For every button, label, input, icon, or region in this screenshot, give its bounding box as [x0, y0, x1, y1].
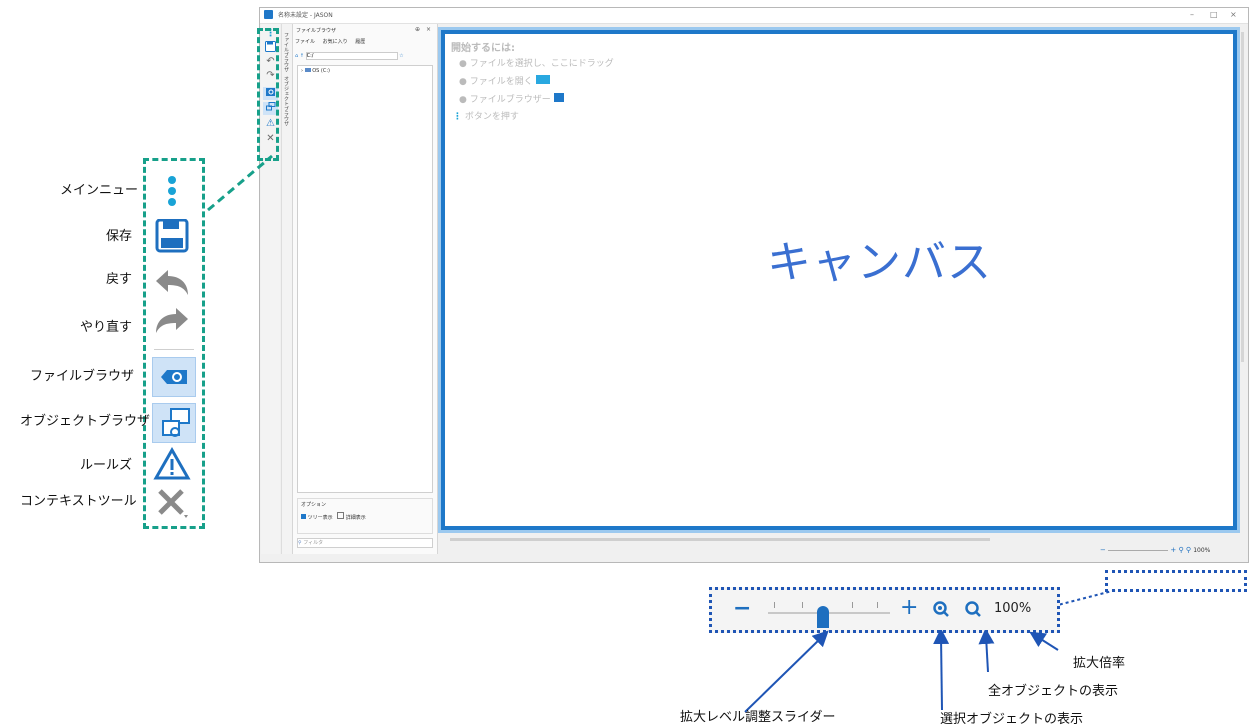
label-zoom-slider: 拡大レベル調整スライダー [680, 710, 836, 725]
undo-icon [156, 270, 188, 295]
canvas-label: キャンバス [767, 237, 992, 288]
context-tools-icon [158, 489, 188, 518]
filter-placeholder: フィルタ [303, 540, 324, 546]
tab-favorites[interactable]: お気に入り [323, 39, 348, 45]
chevron-right-icon: › [301, 68, 303, 74]
minimize-button[interactable]: – [1190, 10, 1194, 19]
zoom-level-small: 100% [1193, 547, 1211, 554]
maximize-button[interactable]: □ [1210, 10, 1218, 19]
label-rules: ルールズ [79, 458, 132, 473]
label-file-browser: ファイルブラウザ [30, 369, 135, 384]
file-tree: › OS (C:) [297, 65, 433, 493]
title-bar: 名称未設定 - JASON – □ × [260, 8, 1248, 24]
slider-tick [774, 602, 775, 608]
detail-view-checkbox[interactable] [337, 512, 345, 519]
zoom-selected-small-icon[interactable]: ⚲ [1178, 546, 1183, 554]
options-label: オプション [301, 502, 327, 508]
zoom-slider-small[interactable] [1108, 549, 1169, 551]
tree-view-checkbox[interactable] [301, 514, 306, 519]
label-save: 保存 [105, 229, 132, 244]
hint-button: ⋮ ボタンを押す [453, 112, 519, 122]
slider-tick [802, 602, 803, 608]
panel-close-icon[interactable]: × [426, 26, 431, 33]
canvas[interactable]: 開始するには: ● ファイルを選択し、ここにドラッグ ● ファイルを開く ● フ… [441, 30, 1237, 530]
more-icon: ⋮ [453, 112, 462, 122]
tab-file-browser[interactable]: ファイルブラウザ [283, 32, 290, 72]
label-undo: 戻す [105, 272, 132, 287]
panel-title: ファイルブラウザ [296, 28, 337, 34]
zoom-callout: − + 100% [709, 587, 1060, 633]
zoom-in-button[interactable]: + [900, 597, 918, 619]
file-browser-icon [553, 93, 564, 102]
search-icon: ⚲ [298, 540, 302, 546]
folder-icon [535, 75, 550, 84]
status-zoom-bar: − + ⚲ ⚲ 100% [1100, 546, 1248, 559]
separator [154, 349, 194, 350]
zoom-connector [1053, 589, 1117, 607]
label-object-browser: オブジェクトブラウザ [20, 414, 151, 429]
zoom-in-small[interactable]: + [1170, 546, 1176, 554]
rules-icon [153, 447, 191, 480]
app-icon [264, 10, 273, 19]
label-main-menu: メインニュー [60, 183, 139, 198]
more-icon [168, 176, 176, 206]
zoom-out-small[interactable]: − [1100, 546, 1106, 554]
zoom-all-small-icon[interactable]: ⚲ [1186, 546, 1191, 554]
label-redo: やり直す [79, 320, 132, 335]
slider-tick [877, 602, 878, 608]
tab-history[interactable]: 履歴 [355, 39, 365, 45]
close-button[interactable]: × [1230, 10, 1237, 19]
toolbar-callout [143, 158, 205, 529]
favorite-star-icon[interactable]: ☆ [399, 53, 403, 59]
hint-open: ● ファイルを開く [459, 74, 550, 87]
redo-icon [156, 308, 188, 333]
tree-item-label: OS (C:) [312, 68, 330, 74]
browser-tabs: ファイル お気に入り 履歴 [295, 38, 435, 48]
tree-view-label: ツリー表示 [307, 515, 333, 521]
window-title: 名称未設定 - JASON [278, 12, 333, 19]
zoom-slider-thumb[interactable] [816, 606, 829, 628]
options-group: オプション ツリー表示 詳細表示 [297, 498, 433, 534]
pin-icon[interactable]: ⊕ [415, 26, 420, 33]
side-tabs: ファイルブラウザ オブジェクトブラウザ [281, 24, 292, 554]
object-browser-icon [152, 403, 196, 443]
label-zoom-selected: 選択オブジェクトの表示 [940, 712, 1084, 727]
zoom-all-icon[interactable] [964, 600, 982, 618]
tree-item[interactable]: › OS (C:) [298, 66, 432, 76]
home-icon[interactable]: ⌂ [295, 53, 298, 59]
label-zoom-all: 全オブジェクトの表示 [988, 684, 1119, 699]
file-browser-panel: ファイルブラウザ ⊕ × ファイル お気に入り 履歴 ⌂ ↑ C:/ ☆ › O… [292, 24, 438, 554]
hint-drag: ● ファイルを選択し、ここにドラッグ [459, 59, 614, 69]
path-input[interactable]: C:/ [305, 52, 398, 60]
file-browser-icon [152, 357, 196, 397]
toolbar-highlight [257, 28, 279, 161]
zoom-out-button[interactable]: − [733, 598, 751, 620]
horizontal-scrollbar[interactable] [450, 538, 990, 541]
label-zoom-ratio: 拡大倍率 [1073, 656, 1126, 671]
drive-icon [304, 68, 311, 72]
detail-view-label: 詳細表示 [345, 515, 366, 521]
zoom-selected-icon[interactable] [932, 600, 950, 618]
tab-object-browser[interactable]: オブジェクトブラウザ [283, 76, 290, 126]
filter-input[interactable]: ⚲ フィルタ [297, 538, 433, 548]
zoom-slider[interactable] [768, 612, 890, 614]
tab-files[interactable]: ファイル [295, 39, 315, 45]
vertical-scrollbar[interactable] [1241, 32, 1244, 362]
slider-tick [852, 602, 853, 608]
zoom-level-label: 100% [994, 601, 1032, 616]
label-context-tools: コンテキストツール [20, 494, 137, 509]
path-row: ⌂ ↑ C:/ ☆ [295, 52, 435, 61]
save-icon [155, 219, 189, 253]
zoom-highlight-small [1105, 570, 1247, 592]
hint-browser: ● ファイルブラウザー [459, 92, 564, 105]
app-window: 名称未設定 - JASON – □ × ⋮ ↶ ↷ ⚠ ✕ ファイルブラウザ オ… [259, 7, 1249, 563]
hint-title: 開始するには: [451, 43, 515, 54]
up-icon[interactable]: ↑ [300, 53, 304, 59]
